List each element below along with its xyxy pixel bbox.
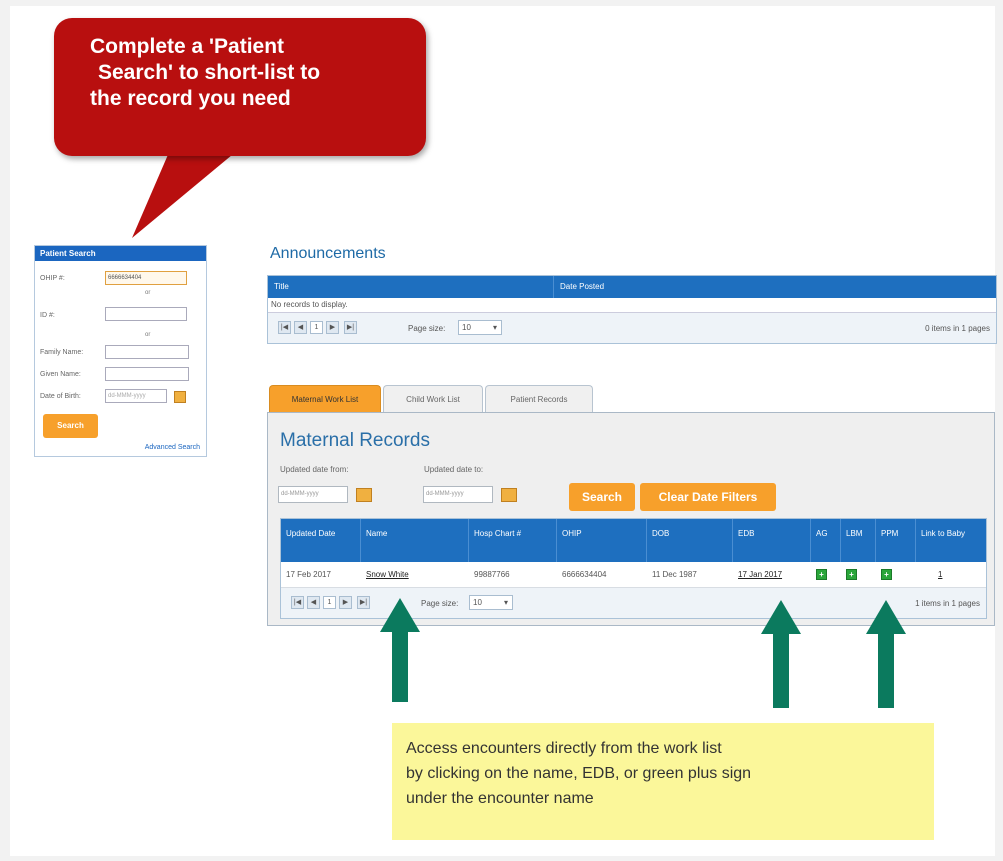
note-line: by clicking on the name, EDB, or green p… — [406, 765, 752, 782]
note-line: Access encounters directly from the work… — [406, 740, 722, 757]
arrow-up-icon — [761, 600, 801, 708]
arrow-up-icon — [866, 600, 906, 708]
arrow-up-icon — [380, 598, 420, 702]
instruction-note: Access encounters directly from the work… — [392, 723, 934, 840]
note-line: under the encounter name — [406, 790, 594, 807]
